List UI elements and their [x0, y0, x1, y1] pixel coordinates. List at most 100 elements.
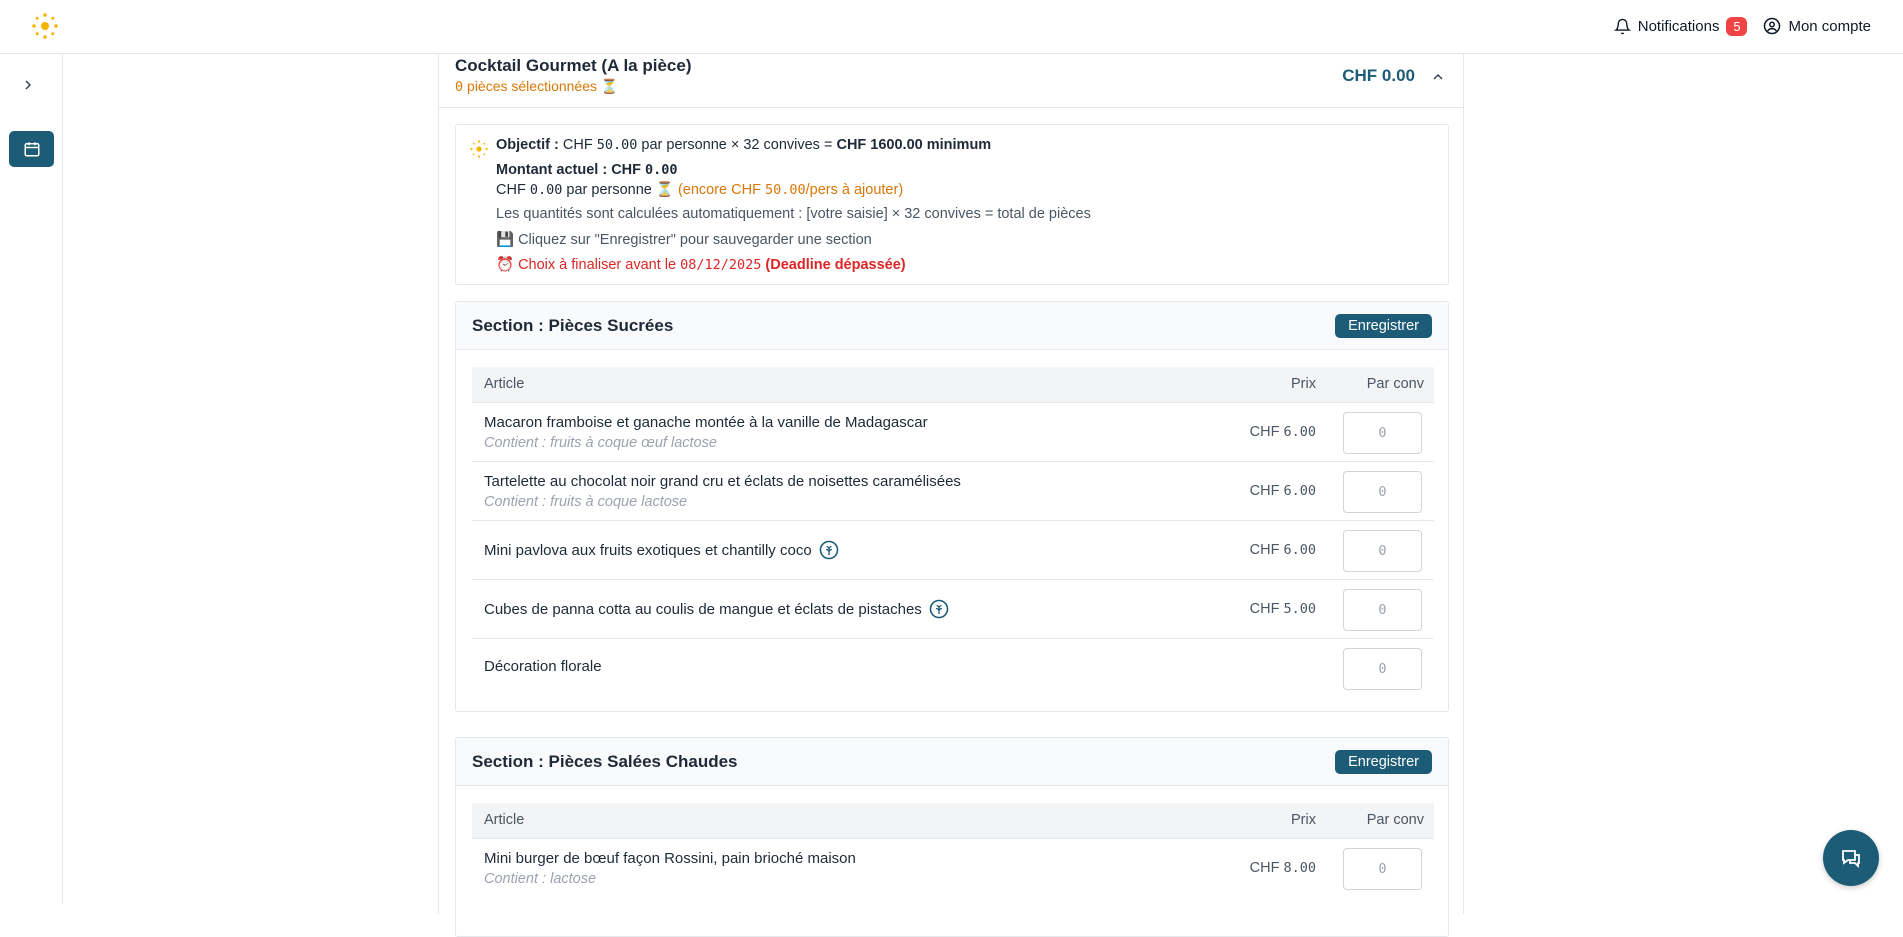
- table-header: Article Prix Par conv: [472, 367, 1434, 402]
- column-prix: Prix: [1291, 376, 1316, 392]
- item-name: Décoration florale: [484, 658, 602, 675]
- account-label: Mon compte: [1788, 17, 1871, 35]
- notifications-link[interactable]: Notifications 5: [1613, 16, 1748, 36]
- column-article: Article: [484, 812, 525, 828]
- chat-support-button[interactable]: [1823, 830, 1879, 886]
- collapse-button[interactable]: [1427, 66, 1449, 88]
- price-value: 8.00: [1283, 860, 1316, 876]
- item-allergens: Contient : fruits à coque œuf lactose: [484, 435, 717, 451]
- save-note: 💾 Cliquez sur "Enregistrer" pour sauvega…: [496, 232, 872, 248]
- table-row: Tartelette au chocolat noir grand cru et…: [472, 461, 1434, 520]
- item-name: Macaron framboise et ganache montée à la…: [484, 414, 928, 431]
- notifications-label: Notifications: [1637, 17, 1720, 35]
- calendar-icon: [24, 142, 39, 157]
- remaining-amount: 50.00: [764, 182, 806, 198]
- vegan-icon: [929, 599, 949, 619]
- notifications-count-badge: 5: [1726, 16, 1748, 36]
- table-row: Mini burger de bœuf façon Rossini, pain …: [472, 838, 1434, 897]
- price-prefix: CHF: [1249, 424, 1284, 440]
- section-sweet-pieces: Section : Pièces Sucrées Enregistrer Art…: [455, 301, 1449, 712]
- sidebar-item-calendar[interactable]: [9, 131, 54, 167]
- item-allergens: Contient : lactose: [484, 871, 597, 887]
- objective-total: CHF 1600.00 minimum: [836, 137, 992, 153]
- quantity-input[interactable]: [1343, 848, 1422, 890]
- user-circle-icon: [1764, 17, 1781, 35]
- item-name: Cubes de panna cotta au coulis de mangue…: [484, 600, 922, 618]
- objective-chf: CHF: [562, 137, 597, 153]
- quantity-input[interactable]: [1343, 530, 1422, 572]
- card-title: Cocktail Gourmet (A la pièce): [455, 56, 692, 75]
- objective-amount: 50.00: [596, 137, 638, 153]
- deadline-status: (Deadline dépassée): [761, 257, 906, 273]
- objective-sun-icon: [470, 140, 488, 158]
- item-name: Tartelette au chocolat noir grand cru et…: [484, 473, 961, 490]
- deadline-date: 08/12/2025: [680, 257, 762, 273]
- account-link[interactable]: Mon compte: [1763, 17, 1871, 35]
- section-header: Section : Pièces Salées Chaudes Enregist…: [456, 738, 1448, 786]
- section-title: Section : Pièces Salées Chaudes: [472, 752, 738, 771]
- column-article: Article: [484, 376, 525, 392]
- price-prefix: CHF: [1249, 860, 1284, 876]
- per-person-amount: 0.00: [529, 182, 563, 198]
- table-row: Décoration florale: [472, 638, 1434, 697]
- per-person-chf: CHF: [496, 182, 530, 198]
- current-amount: 0.00: [645, 162, 678, 178]
- section-header: Section : Pièces Sucrées Enregistrer: [456, 302, 1448, 350]
- item-name-wrap: Cubes de panna cotta au coulis de mangue…: [484, 599, 949, 619]
- save-section-button[interactable]: Enregistrer: [1335, 750, 1432, 774]
- current-label: Montant actuel : CHF: [496, 162, 646, 178]
- price-value: 5.00: [1283, 601, 1316, 617]
- item-price: CHF 6.00: [1250, 424, 1316, 440]
- remaining-suffix: /pers à ajouter): [805, 182, 904, 198]
- price-prefix: CHF: [1249, 542, 1284, 558]
- selected-count-value: 0: [455, 79, 464, 95]
- remaining-prefix: (encore CHF: [677, 182, 765, 198]
- item-price: CHF 6.00: [1250, 483, 1316, 499]
- objective-line: Objectif : CHF 50.00 par personne × 32 c…: [496, 137, 991, 153]
- quantities-note: Les quantités sont calculées automatique…: [496, 206, 1091, 222]
- logo-sun-icon[interactable]: [30, 11, 60, 41]
- chevron-up-icon: [1433, 73, 1443, 80]
- per-person-line: CHF 0.00 par personne ⏳ (encore CHF 50.0…: [496, 181, 903, 198]
- table-row: Cubes de panna cotta au coulis de mangue…: [472, 579, 1434, 638]
- quantity-input[interactable]: [1343, 648, 1422, 690]
- objective-info-box: Objectif : CHF 50.00 par personne × 32 c…: [455, 124, 1449, 285]
- table-row: Mini pavlova aux fruits exotiques et cha…: [472, 520, 1434, 579]
- item-price: CHF 8.00: [1250, 860, 1316, 876]
- remaining-text: (encore CHF 50.00/pers à ajouter): [678, 182, 903, 198]
- sidebar: [0, 54, 63, 904]
- item-name: Mini pavlova aux fruits exotiques et cha…: [484, 541, 812, 559]
- deadline-line: ⏰ Choix à finaliser avant le 08/12/2025 …: [496, 256, 906, 273]
- items-table: Article Prix Par conv Macaron framboise …: [472, 367, 1434, 697]
- deadline-prefix: ⏰ Choix à finaliser avant le: [496, 257, 681, 273]
- price-value: 6.00: [1283, 542, 1316, 558]
- chevron-right-icon: [25, 80, 32, 90]
- sidebar-expand-button[interactable]: [17, 74, 39, 96]
- items-table: Article Prix Par conv Mini burger de bœu…: [472, 803, 1434, 897]
- item-price: CHF 5.00: [1250, 601, 1316, 617]
- table-row: Macaron framboise et ganache montée à la…: [472, 402, 1434, 461]
- quantity-input[interactable]: [1343, 471, 1422, 513]
- selected-count-text: pièces sélectionnées ⏳: [463, 78, 619, 94]
- bell-icon: [1613, 18, 1631, 34]
- price-value: 6.00: [1283, 483, 1316, 499]
- card-total: CHF 0.00: [1342, 66, 1415, 85]
- cocktail-card: Cocktail Gourmet (A la pièce) 0 pièces s…: [438, 54, 1464, 937]
- column-par-conv: Par conv: [1366, 376, 1424, 392]
- current-amount-line: Montant actuel : CHF 0.00: [496, 162, 678, 178]
- quantity-input[interactable]: [1343, 412, 1422, 454]
- quantity-input[interactable]: [1343, 589, 1422, 631]
- item-allergens: Contient : fruits à coque lactose: [484, 494, 688, 510]
- objective-mid: par personne × 32 convives =: [637, 137, 837, 153]
- save-section-button[interactable]: Enregistrer: [1335, 314, 1432, 338]
- top-bar: Notifications 5 Mon compte: [0, 0, 1903, 54]
- chat-icon: [1842, 850, 1860, 869]
- section-hot-savory-pieces: Section : Pièces Salées Chaudes Enregist…: [455, 737, 1449, 937]
- column-par-conv: Par conv: [1366, 812, 1424, 828]
- card-header[interactable]: Cocktail Gourmet (A la pièce) 0 pièces s…: [439, 54, 1463, 108]
- price-value: 6.00: [1283, 424, 1316, 440]
- price-prefix: CHF: [1249, 483, 1284, 499]
- vegan-icon: [819, 540, 838, 560]
- column-prix: Prix: [1291, 812, 1316, 828]
- price-prefix: CHF: [1249, 601, 1284, 617]
